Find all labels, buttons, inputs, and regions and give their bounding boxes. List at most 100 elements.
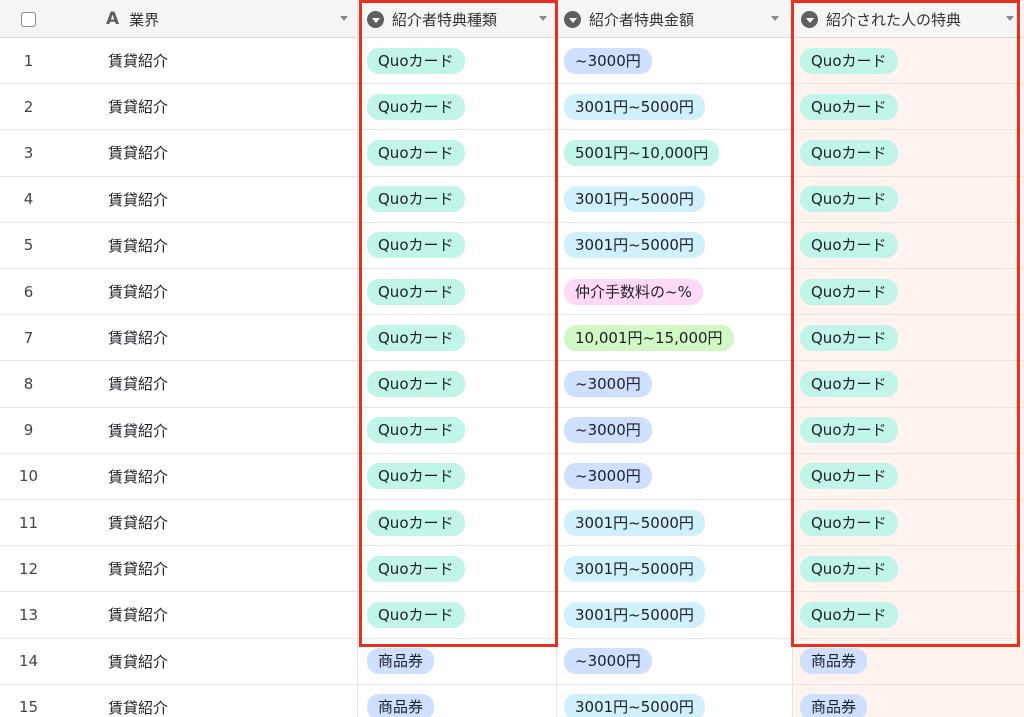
industry-cell[interactable]: 賃貸紹介 [108, 546, 356, 591]
referee-benefit-cell[interactable]: Quoカード [800, 130, 1020, 175]
dropdown-arrow-icon[interactable] [771, 16, 779, 21]
dropdown-arrow-icon[interactable] [1006, 16, 1014, 21]
header-select-all[interactable] [0, 0, 57, 38]
referee-benefit-cell[interactable]: 商品券 [800, 639, 1020, 684]
industry-cell[interactable]: 賃貸紹介 [108, 685, 356, 717]
referee-benefit-cell[interactable]: Quoカード [800, 592, 1020, 637]
row-number-cell[interactable]: 4 [0, 177, 57, 222]
referee-benefit-cell[interactable]: Quoカード [800, 315, 1020, 360]
header-referrer-type[interactable]: 紹介者特典種類 [367, 0, 557, 38]
referrer-type-cell[interactable]: Quoカード [367, 38, 555, 83]
referee-benefit-cell[interactable]: Quoカード [800, 38, 1020, 83]
table-row[interactable]: 4 賃貸紹介 Quoカード 3001円~5000円 Quoカード [0, 177, 1024, 223]
referrer-type-cell[interactable]: Quoカード [367, 84, 555, 129]
referee-benefit-cell[interactable]: Quoカード [800, 84, 1020, 129]
referrer-amount-cell[interactable]: 仲介手数料の~% [564, 269, 790, 314]
referrer-type-cell[interactable]: Quoカード [367, 592, 555, 637]
referee-benefit-cell[interactable]: Quoカード [800, 408, 1020, 453]
checkbox-icon[interactable] [21, 11, 36, 27]
referrer-amount-cell[interactable]: ~3000円 [564, 454, 790, 499]
table-row[interactable]: 12 賃貸紹介 Quoカード 3001円~5000円 Quoカード [0, 546, 1024, 593]
table-row[interactable]: 10 賃貸紹介 Quoカード ~3000円 Quoカード [0, 454, 1024, 500]
row-number-cell[interactable]: 1 [0, 38, 57, 83]
referee-benefit-cell[interactable]: 商品券 [800, 685, 1020, 717]
table-row[interactable]: 3 賃貸紹介 Quoカード 5001円~10,000円 Quoカード [0, 130, 1024, 177]
row-number-cell[interactable]: 14 [0, 639, 57, 684]
row-number-cell[interactable]: 11 [0, 500, 57, 545]
referee-benefit-cell[interactable]: Quoカード [800, 269, 1020, 314]
referrer-type-cell[interactable]: Quoカード [367, 454, 555, 499]
referrer-amount-cell[interactable]: 3001円~5000円 [564, 223, 790, 268]
referee-benefit-cell[interactable]: Quoカード [800, 223, 1020, 268]
header-referee-benefit[interactable]: 紹介された人の特典 [801, 0, 1024, 38]
referrer-type-cell[interactable]: Quoカード [367, 315, 555, 360]
row-number-cell[interactable]: 9 [0, 408, 57, 453]
referee-benefit-cell[interactable]: Quoカード [800, 546, 1020, 591]
referrer-type-cell[interactable]: Quoカード [367, 500, 555, 545]
industry-cell[interactable]: 賃貸紹介 [108, 454, 356, 499]
referrer-type-cell[interactable]: Quoカード [367, 130, 555, 175]
table-row[interactable]: 2 賃貸紹介 Quoカード 3001円~5000円 Quoカード [0, 84, 1024, 131]
row-number-cell[interactable]: 6 [0, 269, 57, 314]
referrer-type-cell[interactable]: Quoカード [367, 223, 555, 268]
referrer-type-cell[interactable]: Quoカード [367, 361, 555, 406]
referee-benefit-cell[interactable]: Quoカード [800, 361, 1020, 406]
row-number-cell[interactable]: 8 [0, 361, 57, 406]
row-number-cell[interactable]: 10 [0, 454, 57, 499]
referrer-amount-cell[interactable]: 10,001円~15,000円 [564, 315, 790, 360]
industry-cell[interactable]: 賃貸紹介 [108, 130, 356, 175]
referrer-type-cell[interactable]: Quoカード [367, 269, 555, 314]
industry-cell[interactable]: 賃貸紹介 [108, 500, 356, 545]
referrer-type-cell[interactable]: 商品券 [367, 639, 555, 684]
header-referrer-amount[interactable]: 紹介者特典金額 [564, 0, 789, 38]
header-industry[interactable]: A 業界 [106, 0, 358, 38]
row-number-cell[interactable]: 12 [0, 546, 57, 591]
industry-cell[interactable]: 賃貸紹介 [108, 84, 356, 129]
table-row[interactable]: 5 賃貸紹介 Quoカード 3001円~5000円 Quoカード [0, 223, 1024, 269]
referrer-amount-cell[interactable]: ~3000円 [564, 38, 790, 83]
referrer-amount-cell[interactable]: 3001円~5000円 [564, 546, 790, 591]
referrer-type-cell[interactable]: 商品券 [367, 685, 555, 717]
referrer-amount-cell[interactable]: 3001円~5000円 [564, 685, 790, 717]
table-row[interactable]: 15 賃貸紹介 商品券 3001円~5000円 商品券 [0, 685, 1024, 717]
referrer-amount-cell[interactable]: 3001円~5000円 [564, 592, 790, 637]
industry-cell[interactable]: 賃貸紹介 [108, 177, 356, 222]
referee-benefit-cell[interactable]: Quoカード [800, 454, 1020, 499]
industry-cell[interactable]: 賃貸紹介 [108, 639, 356, 684]
referrer-type-cell[interactable]: Quoカード [367, 546, 555, 591]
row-number-cell[interactable]: 3 [0, 130, 57, 175]
table-row[interactable]: 7 賃貸紹介 Quoカード 10,001円~15,000円 Quoカード [0, 315, 1024, 362]
referee-benefit-cell[interactable]: Quoカード [800, 177, 1020, 222]
table-row[interactable]: 1 賃貸紹介 Quoカード ~3000円 Quoカード [0, 38, 1024, 85]
table-row[interactable]: 8 賃貸紹介 Quoカード ~3000円 Quoカード [0, 361, 1024, 408]
referrer-amount-cell[interactable]: ~3000円 [564, 361, 790, 406]
industry-cell[interactable]: 賃貸紹介 [108, 315, 356, 360]
table-row[interactable]: 6 賃貸紹介 Quoカード 仲介手数料の~% Quoカード [0, 269, 1024, 316]
row-number-cell[interactable]: 15 [0, 685, 57, 717]
referrer-type-cell[interactable]: Quoカード [367, 177, 555, 222]
industry-cell[interactable]: 賃貸紹介 [108, 223, 356, 268]
table-row[interactable]: 13 賃貸紹介 Quoカード 3001円~5000円 Quoカード [0, 592, 1024, 639]
row-number-cell[interactable]: 7 [0, 315, 57, 360]
row-number-cell[interactable]: 13 [0, 592, 57, 637]
referrer-amount-cell[interactable]: ~3000円 [564, 639, 790, 684]
referrer-amount-cell[interactable]: 3001円~5000円 [564, 500, 790, 545]
table-row[interactable]: 9 賃貸紹介 Quoカード ~3000円 Quoカード [0, 408, 1024, 454]
referrer-amount-cell[interactable]: 3001円~5000円 [564, 84, 790, 129]
industry-cell[interactable]: 賃貸紹介 [108, 408, 356, 453]
referrer-amount-cell[interactable]: 5001円~10,000円 [564, 130, 790, 175]
dropdown-arrow-icon[interactable] [340, 16, 348, 21]
row-number-cell[interactable]: 2 [0, 84, 57, 129]
table-row[interactable]: 14 賃貸紹介 商品券 ~3000円 商品券 [0, 639, 1024, 685]
referrer-amount-cell[interactable]: ~3000円 [564, 408, 790, 453]
industry-cell[interactable]: 賃貸紹介 [108, 361, 356, 406]
industry-cell[interactable]: 賃貸紹介 [108, 38, 356, 83]
dropdown-arrow-icon[interactable] [539, 16, 547, 21]
industry-cell[interactable]: 賃貸紹介 [108, 269, 356, 314]
row-number-cell[interactable]: 5 [0, 223, 57, 268]
industry-cell[interactable]: 賃貸紹介 [108, 592, 356, 637]
table-row[interactable]: 11 賃貸紹介 Quoカード 3001円~5000円 Quoカード [0, 500, 1024, 547]
referrer-type-cell[interactable]: Quoカード [367, 408, 555, 453]
referee-benefit-cell[interactable]: Quoカード [800, 500, 1020, 545]
referrer-amount-cell[interactable]: 3001円~5000円 [564, 177, 790, 222]
